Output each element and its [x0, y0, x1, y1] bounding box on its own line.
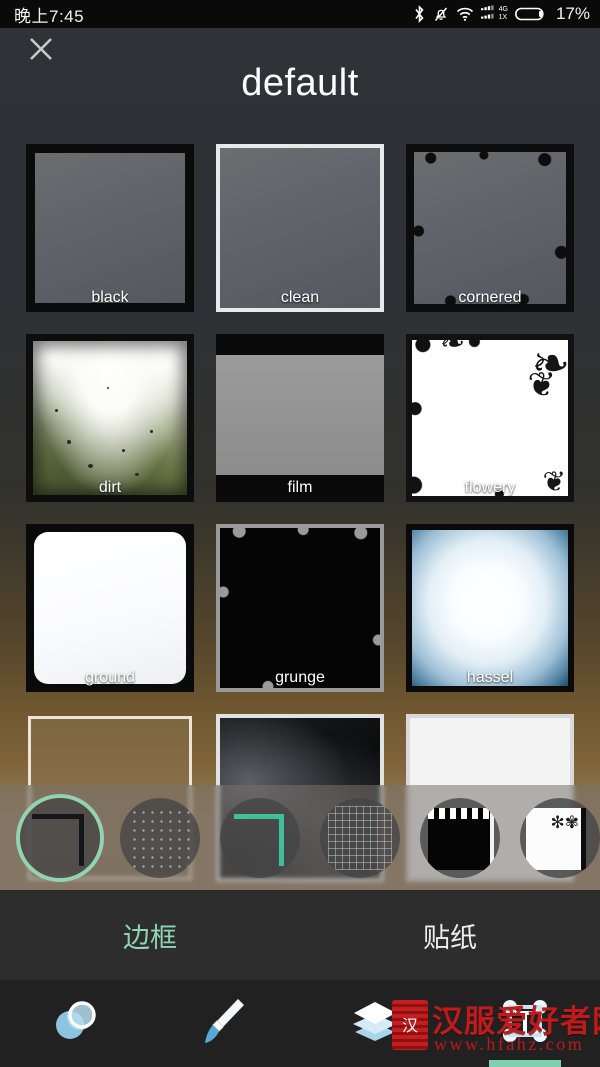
flower-frame-icon [526, 807, 586, 870]
border-label: film [287, 479, 313, 496]
preset-thumb [320, 797, 400, 878]
preset-thumb [20, 797, 100, 878]
border-thumb-selected: clean [216, 144, 384, 312]
border-label: grunge [275, 669, 325, 686]
editor-tabs[interactable]: 边框 贴纸 [0, 890, 600, 980]
border-item-grunge[interactable]: grunge [216, 524, 384, 692]
thumb-preview [35, 153, 185, 303]
thumb-preview [33, 341, 187, 495]
border-label: dirt [98, 479, 122, 496]
preset-thumb [120, 797, 200, 878]
text-tool-icon [497, 995, 553, 1052]
border-label: hassel [466, 669, 514, 686]
border-item-dirt[interactable]: dirt [26, 334, 194, 502]
active-tab-underline [489, 1060, 561, 1067]
app-root: 晚上7:45 4G 1X 17% default black clean cor… [0, 0, 600, 1067]
thumb-preview [414, 152, 566, 304]
battery-icon [514, 6, 547, 22]
header: default [0, 28, 600, 128]
border-thumb: grunge [216, 524, 384, 692]
close-icon[interactable] [26, 34, 56, 64]
mute-bell-icon [433, 5, 449, 23]
layers-icon [346, 996, 404, 1051]
border-teal-preset[interactable] [220, 797, 300, 878]
page-title: default [241, 62, 359, 104]
border-item-film[interactable]: film [216, 334, 384, 502]
grid-texture-icon [328, 805, 392, 870]
border-thumb: black [26, 144, 194, 312]
border-grid[interactable]: black clean cornered dirt film ❧ ❦ ❧ ❦ f… [0, 140, 600, 882]
border-item-black[interactable]: black [26, 144, 194, 312]
thumb-preview [412, 340, 568, 496]
border-label: clean [280, 289, 320, 306]
border-label: cornered [458, 289, 522, 306]
border-thumb: film [216, 334, 384, 502]
border-label: ground [85, 669, 135, 686]
dot-texture-icon [130, 807, 190, 868]
network-secondary-label: 1X [498, 14, 508, 21]
thumb-preview [412, 530, 568, 686]
border-plain-preset[interactable] [20, 797, 100, 878]
thumb-preview [34, 532, 186, 684]
signal-icon: 4G 1X [480, 5, 508, 23]
battery-percent: 17% [555, 4, 590, 23]
border-preset-strip[interactable] [0, 785, 600, 890]
brush-icon [197, 994, 253, 1053]
lens-circles-icon [47, 995, 103, 1052]
status-bar: 晚上7:45 4G 1X 17% [0, 0, 600, 28]
corner-bracket-teal-icon [234, 813, 284, 866]
thumb-preview [220, 528, 380, 688]
corner-bracket-dark-icon [32, 813, 84, 866]
status-icons: 4G 1X 17% [413, 4, 590, 24]
border-grid-preset[interactable] [320, 797, 400, 878]
border-thumb: ground [26, 524, 194, 692]
border-item-flowery[interactable]: ❧ ❦ ❧ ❦ flowery [406, 334, 574, 502]
border-label: flowery [464, 479, 516, 496]
preset-thumb [420, 797, 500, 878]
border-flower-preset[interactable] [520, 797, 600, 878]
border-label: black [91, 289, 129, 306]
border-thumb: ❧ ❦ ❧ ❦ flowery [406, 334, 574, 502]
border-thumb: cornered [406, 144, 574, 312]
wifi-icon [456, 6, 474, 22]
network-primary-label: 4G [498, 6, 508, 13]
bluetooth-icon [413, 5, 426, 23]
thumb-preview [216, 355, 384, 475]
nav-item-layers[interactable] [300, 980, 450, 1067]
border-item-hassel[interactable]: hassel [406, 524, 574, 692]
border-item-clean[interactable]: clean [216, 144, 384, 312]
status-time: 晚上7:45 [14, 6, 85, 26]
bottom-nav[interactable] [0, 980, 600, 1067]
film-strip-icon [428, 807, 494, 870]
border-dots-preset[interactable] [120, 797, 200, 878]
tab-sticker[interactable]: 贴纸 [300, 890, 600, 980]
border-thumb: hassel [406, 524, 574, 692]
tab-border[interactable]: 边框 [0, 890, 300, 980]
nav-item-filters[interactable] [0, 980, 150, 1067]
thumb-preview [220, 148, 380, 308]
nav-item-text[interactable] [450, 980, 600, 1067]
border-thumb: dirt [26, 334, 194, 502]
preset-thumb [220, 797, 300, 878]
nav-item-brush[interactable] [150, 980, 300, 1067]
border-item-cornered[interactable]: cornered [406, 144, 574, 312]
preset-thumb [520, 797, 600, 878]
border-film-preset[interactable] [420, 797, 500, 878]
border-item-ground[interactable]: ground [26, 524, 194, 692]
